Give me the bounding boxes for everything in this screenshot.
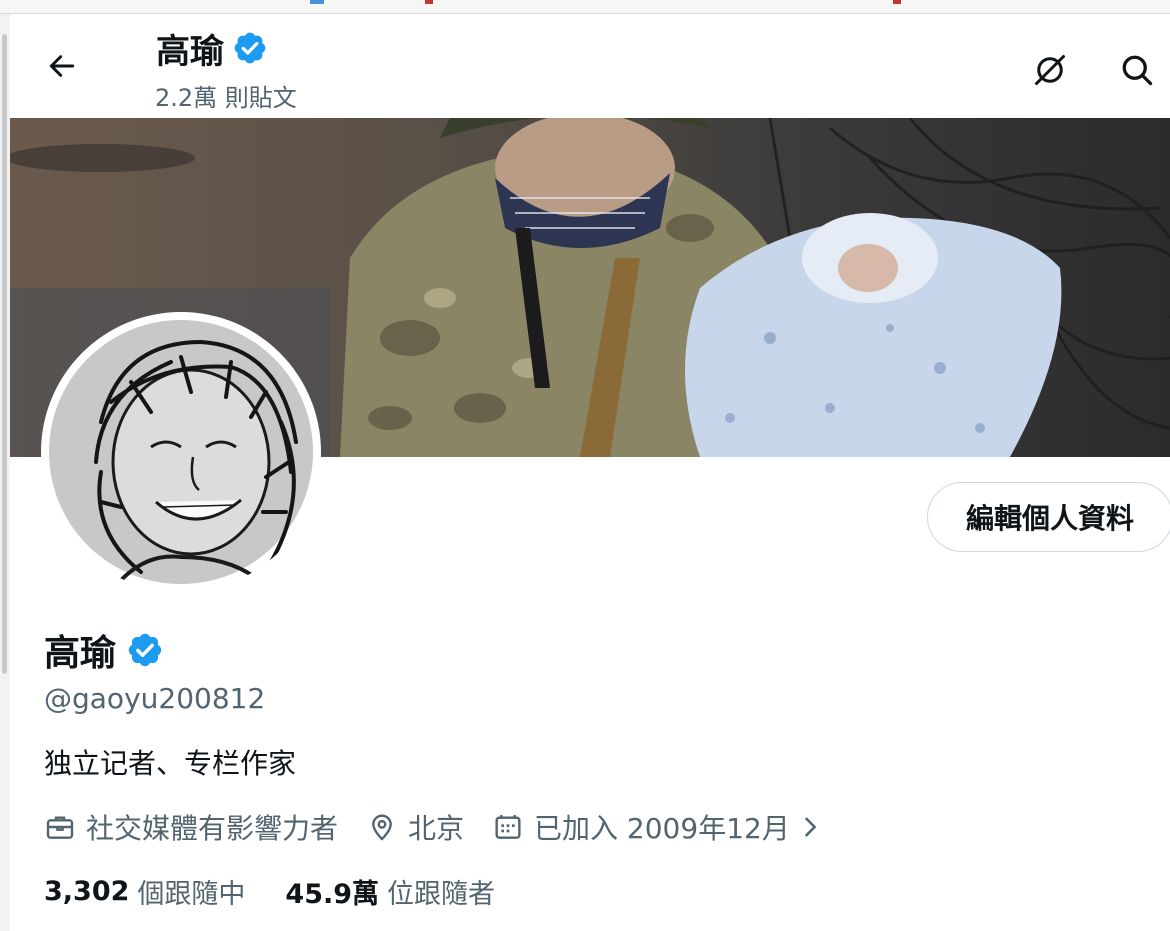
following-link[interactable]: 3,302 個跟隨中 bbox=[44, 872, 245, 911]
profile-handle: @gaoyu200812 bbox=[44, 682, 266, 715]
followers-count: 45.9萬 bbox=[285, 878, 380, 910]
profile-category: 社交媒體有影響力者 bbox=[44, 807, 338, 847]
profile-joined-label: 已加入 2009年12月 bbox=[534, 812, 790, 845]
briefcase-icon bbox=[46, 816, 74, 839]
profile-location: 北京 bbox=[366, 807, 464, 847]
profile-display-name: 高瑜 bbox=[44, 633, 117, 674]
followers-label: 位跟隨者 bbox=[387, 878, 496, 910]
profile-category-label: 社交媒體有影響力者 bbox=[86, 812, 339, 845]
header-post-count: 2.2萬 則貼文 bbox=[155, 84, 297, 112]
profile-location-label: 北京 bbox=[408, 812, 465, 845]
page-scrollbar[interactable] bbox=[0, 14, 10, 931]
scrollbar-thumb[interactable] bbox=[2, 34, 7, 674]
profile-avatar[interactable] bbox=[41, 312, 321, 592]
back-button[interactable] bbox=[40, 44, 84, 88]
following-count: 3,302 bbox=[44, 875, 130, 907]
chevron-right-icon bbox=[805, 817, 816, 837]
grok-button[interactable] bbox=[1028, 48, 1072, 92]
header-display-name: 高瑜 bbox=[156, 31, 224, 72]
grok-icon bbox=[1035, 55, 1065, 85]
following-label: 個跟隨中 bbox=[137, 878, 246, 910]
profile-bio: 独立记者、专栏作家 bbox=[44, 747, 297, 780]
header-title: 高瑜 bbox=[156, 26, 268, 72]
profile-joined[interactable]: 已加入 2009年12月 bbox=[492, 807, 824, 847]
calendar-icon bbox=[495, 815, 521, 839]
profile-name-row: 高瑜 bbox=[44, 626, 164, 674]
location-pin-icon bbox=[372, 814, 392, 841]
profile-header-bar: 高瑜 2.2萬 則貼文 bbox=[10, 14, 1170, 118]
profile-stats: 3,302 個跟隨中 45.9萬 位跟隨者 bbox=[44, 870, 535, 912]
arrow-left-icon bbox=[49, 55, 75, 77]
profile-meta: 社交媒體有影響力者 北京 已加入 2009年12月 bbox=[44, 806, 824, 848]
search-icon bbox=[1122, 55, 1153, 86]
followers-link[interactable]: 45.9萬 位跟隨者 bbox=[285, 872, 495, 911]
verified-badge-icon bbox=[234, 32, 266, 64]
verified-badge-icon[interactable] bbox=[126, 631, 164, 669]
browser-top-strip bbox=[0, 0, 1170, 14]
search-button[interactable] bbox=[1115, 48, 1159, 92]
edit-profile-button[interactable]: 編輯個人資料 bbox=[927, 482, 1170, 552]
